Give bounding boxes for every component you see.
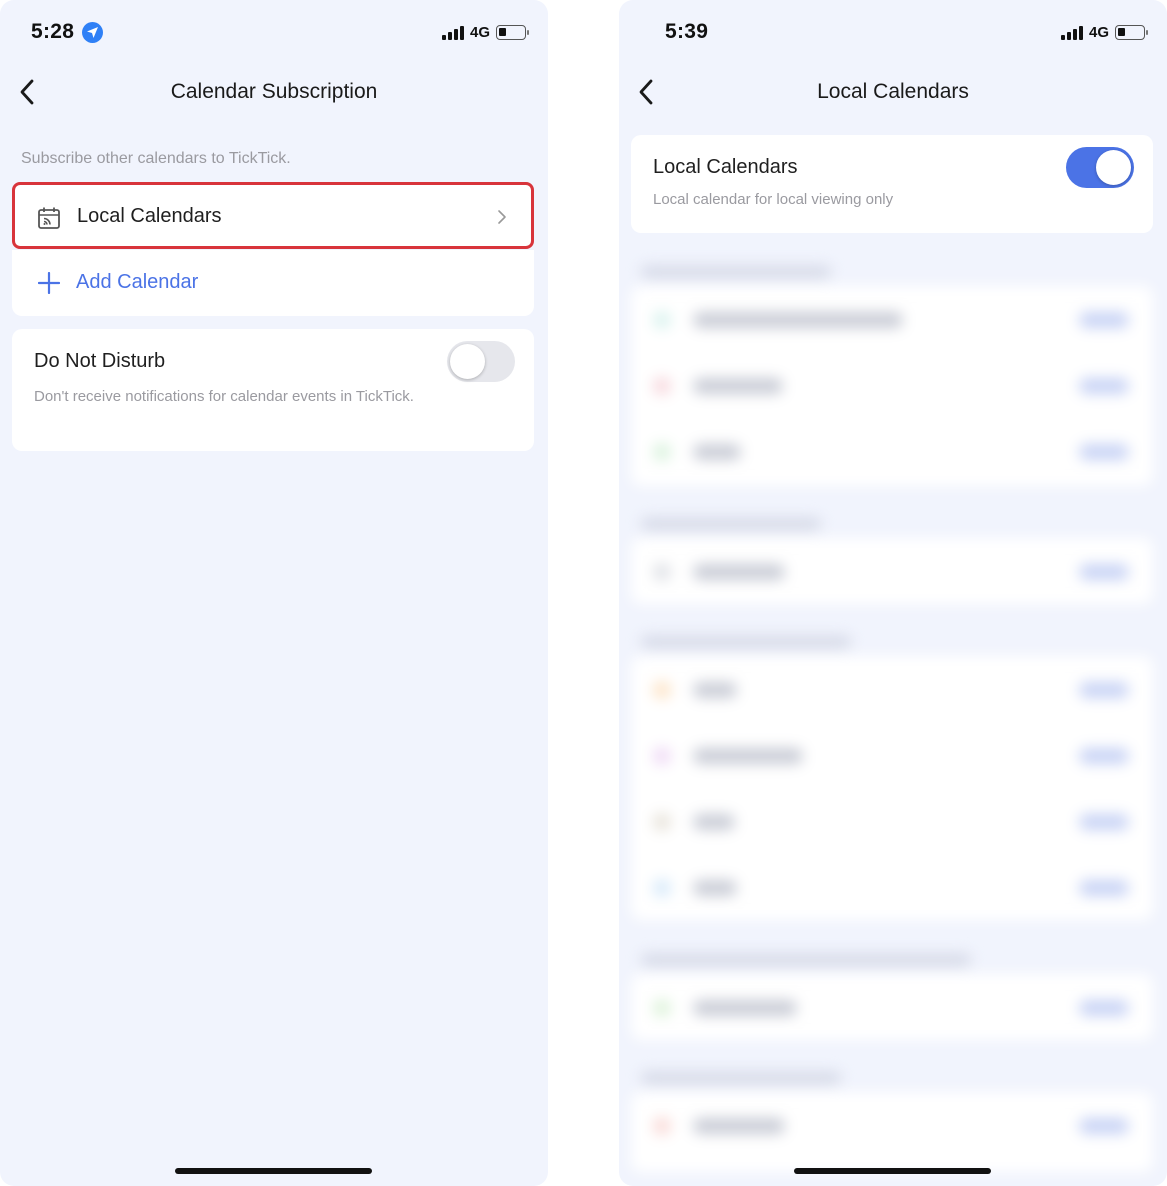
calendar-subscription-screen: 5:28 4G Calendar Subscription Subscribe … [0,0,548,1186]
local-calendars-screen: 5:39 4G Local Calendars Local Calendars … [619,0,1167,1186]
blurred-section-card [631,1092,1153,1172]
list-item [631,854,1153,920]
page-title: Calendar Subscription [170,80,378,103]
status-indicators: 4G [1060,24,1148,41]
home-indicator [794,1168,991,1174]
blurred-section-header [641,518,821,530]
plus-icon [37,271,61,299]
blurred-section-header [641,954,971,966]
list-item [631,286,1153,352]
status-time: 5:39 [665,20,709,43]
add-calendar-label: Add Calendar [76,271,199,293]
cellular-signal-icon [441,25,464,40]
local-calendars-card: Local Calendars Local calendar for local… [631,135,1153,233]
location-arrow-icon [82,22,103,43]
list-item [631,352,1153,418]
blurred-section-card [631,656,1153,920]
list-item [631,1092,1153,1158]
status-bar: 5:39 4G [619,0,1167,64]
navigation-bar: Local Calendars [619,66,1167,120]
status-bar: 5:28 4G [0,0,548,64]
list-item [631,418,1153,484]
status-indicators: 4G [441,24,529,41]
do-not-disturb-toggle[interactable] [447,341,515,382]
do-not-disturb-title: Do Not Disturb [34,350,166,372]
blurred-section-header [641,266,831,278]
local-calendars-toggle[interactable] [1066,147,1134,188]
blurred-section-card [631,538,1153,604]
blurred-section-card [631,286,1153,486]
battery-icon [1115,25,1148,40]
page-title: Local Calendars [817,80,969,103]
local-calendars-description: Local calendar for local viewing only [653,191,894,208]
status-time: 5:28 [31,20,75,43]
list-item [631,656,1153,722]
subscribe-hint: Subscribe other calendars to TickTick. [21,150,291,167]
battery-icon [496,25,529,40]
blurred-section-card [631,974,1153,1040]
navigation-bar: Calendar Subscription [0,66,548,120]
do-not-disturb-description: Don't receive notifications for calendar… [34,388,414,405]
add-calendar-button[interactable]: Add Calendar [12,250,534,316]
local-calendars-label: Local Calendars [77,205,222,227]
cellular-signal-icon [1060,25,1083,40]
list-item [631,974,1153,1040]
blurred-section-header [641,1072,841,1084]
chevron-right-icon [497,209,507,230]
local-calendars-title: Local Calendars [653,156,798,178]
list-item [631,722,1153,788]
home-indicator [175,1168,372,1174]
list-item [631,788,1153,854]
list-item [631,538,1153,604]
blurred-section-header [641,636,851,648]
network-type: 4G [1088,24,1109,41]
network-type: 4G [469,24,490,41]
calendar-feed-icon [37,206,61,235]
blurred-calendar-list [619,250,1167,1186]
local-calendars-row[interactable]: Local Calendars [12,182,534,249]
do-not-disturb-card: Do Not Disturb Don't receive notificatio… [12,329,534,451]
